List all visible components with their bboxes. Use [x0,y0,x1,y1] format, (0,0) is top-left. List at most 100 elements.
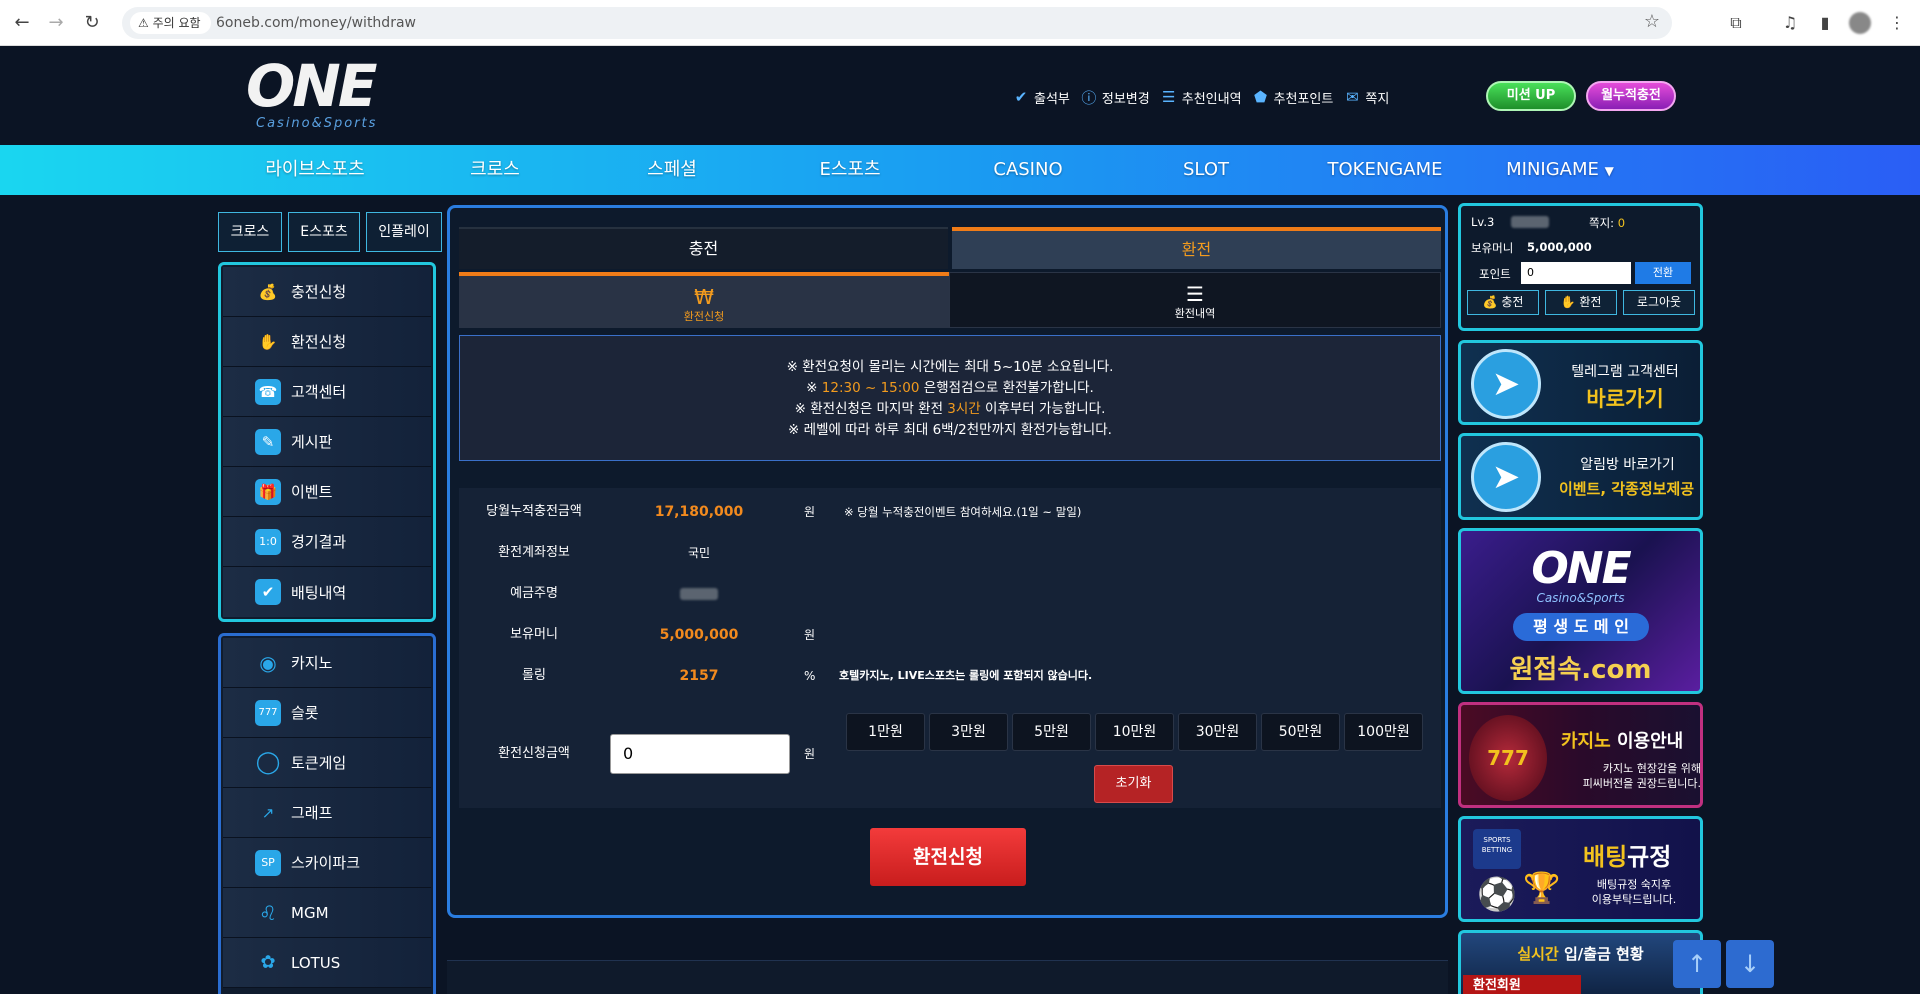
left-menu-games: ◉ 카지노 777 슬롯 ◯ 토큰게임 ↗ 그래프 SP 스카이파크 ♌ MGM ✿ LOTU… [218,633,436,994]
point-input[interactable]: 0 [1521,262,1631,284]
money-bag-icon: 💰 [258,282,278,301]
rolling-value: 2157 [679,668,719,684]
security-warning[interactable]: ⚠ 주의 요함 [130,12,211,34]
menu-deposit[interactable]: 💰 충전신청 [223,267,431,317]
rolling-note: 호텔카지노, LIVE스포츠는 롤링에 포함되지 않습니다. [839,669,1093,682]
left-tab-esports[interactable]: E스포츠 [288,212,360,252]
toplink-attendance[interactable]: ✔ 출석부 [1012,86,1070,108]
toplink-referral-points[interactable]: ⬟ 추천포인트 [1252,86,1333,108]
sidepanel-icon[interactable]: ▮ [1814,12,1836,34]
betting-rules-banner[interactable]: SPORTS BETTING ⚽ 🏆 배팅규정 배팅규정 숙지후 이용부탁드립니다… [1458,816,1703,922]
bank-name: 국민 [687,546,711,560]
menu-support[interactable]: ☎ 고객센터 [223,367,431,417]
left-tab-cross[interactable]: 크로스 [218,212,282,252]
live-tab-withdraw[interactable]: 환전회원 [1463,975,1581,994]
user-messages[interactable]: 쪽지: 0 [1589,215,1625,231]
clipboard-check-icon: ✔ [255,579,281,605]
nav-special[interactable]: 스페셜 [622,145,722,195]
menu-lotus[interactable]: ✿ LOTUS [223,938,431,988]
withdraw-submit-button[interactable]: 환전신청 [870,828,1026,886]
nav-cross[interactable]: 크로스 [445,145,545,195]
media-icon[interactable]: ♫ [1779,12,1801,34]
nav-live-sports[interactable]: 라이브스포츠 [245,145,385,195]
menu-tokengame[interactable]: ◯ 토큰게임 [223,738,431,788]
roulette-777-icon: 777 [1469,715,1547,801]
nav-slot[interactable]: SLOT [1156,145,1256,195]
forward-icon[interactable]: → [44,11,68,35]
monthly-charge-button[interactable]: 월누적충전 [1586,81,1676,111]
nav-minigame[interactable]: MINIGAME ▼ [1500,145,1620,195]
logout-button[interactable]: 로그아웃 [1623,290,1695,315]
site-logo[interactable]: ONE Casino&Sports [246,56,416,136]
toplink-profile[interactable]: ⓘ 정보변경 [1080,86,1149,108]
money-bag-icon: 💰 [1482,295,1498,309]
scroll-bottom-icon[interactable]: ↓ [1726,940,1774,988]
quick-1m-button[interactable]: 100만원 [1344,713,1423,751]
tab-withdraw[interactable]: 환전 [952,227,1441,269]
withdraw-form: 당월누적충전금액 17,180,000 원 ※ 당월 누적충전이벤트 참여하세요… [459,488,1441,808]
menu-bet-history[interactable]: ✔ 배팅내역 [223,567,431,617]
hand-coin-icon: ✋ [258,332,278,351]
nav-casino[interactable]: CASINO [978,145,1078,195]
browser-toolbar: ← → ↻ ⚠ 주의 요함 6oneb.com/money/withdraw ☆… [0,0,1920,46]
menu-board[interactable]: ✎ 게시판 [223,417,431,467]
toplink-referral-history[interactable]: ☰ 추천인내역 [1160,86,1242,108]
reload-icon[interactable]: ↻ [80,11,104,35]
chip-icon: ◉ [259,650,277,675]
mail-icon: ✉ [1346,88,1359,106]
menu-casino[interactable]: ◉ 카지노 [223,638,431,688]
menu-event[interactable]: 🎁 이벤트 [223,467,431,517]
quick-10k-button[interactable]: 1만원 [846,713,925,751]
quick-30k-button[interactable]: 3만원 [929,713,1008,751]
mission-up-button[interactable]: 미션 UP [1486,81,1576,111]
withdraw-amount-input[interactable]: 0 [610,734,790,774]
address-bar[interactable]: ⚠ 주의 요함 6oneb.com/money/withdraw ☆ [122,7,1672,39]
menu-mgm[interactable]: ♌ MGM [223,888,431,938]
menu-slot[interactable]: 777 슬롯 [223,688,431,738]
quick-50k-button[interactable]: 5만원 [1012,713,1091,751]
url-text[interactable]: 6oneb.com/money/withdraw [216,7,416,39]
lotus-icon: ✿ [260,951,276,973]
menu-results[interactable]: 1:0 경기결과 [223,517,431,567]
back-icon[interactable]: ← [10,11,34,35]
menu-icon[interactable]: ⋮ [1886,12,1908,34]
user-withdraw-button[interactable]: ✋ 환전 [1545,290,1617,315]
withdraw-panel: 충전 환전 ₩ 환전신청 ☰ 환전내역 ※ 환전요청이 몰리는 시간에는 최대 … [447,205,1448,918]
telegram-notice-banner[interactable]: ➤ 알림방 바로가기 이벤트, 각종정보제공 [1458,433,1703,520]
casino-guide-banner[interactable]: 777 카지노 이용안내 카지노 현장감을 위해 피씨버전을 권장드립니다. [1458,702,1703,808]
withdraw-subtabs: ₩ 환전신청 ☰ 환전내역 [459,272,1441,328]
scroll-top-icon[interactable]: ↑ [1673,940,1721,988]
tab-charge[interactable]: 충전 [459,227,948,269]
user-info-box: Lv.3 쪽지: 0 보유머니 5,000,000 포인트 0 전환 💰 충전 … [1458,203,1703,331]
hand-coin-icon: ✋ [1560,295,1576,309]
point-convert-button[interactable]: 전환 [1635,262,1691,284]
one-domain-banner[interactable]: ONE Casino&Sports 평 생 도 메 인 원접속.com [1458,528,1703,694]
bookmark-star-icon[interactable]: ☆ [1644,11,1660,32]
quick-300k-button[interactable]: 30만원 [1178,713,1257,751]
extensions-icon[interactable]: ⧉ [1725,12,1747,34]
nav-tokengame[interactable]: TOKENGAME [1320,145,1450,195]
menu-skypark[interactable]: SP 스카이파크 [223,838,431,888]
reset-button[interactable]: 초기화 [1094,765,1173,803]
live-status-box: 실시간 입/출금 현황 환전회원 [1458,930,1703,994]
quick-500k-button[interactable]: 50만원 [1261,713,1340,751]
monthly-charge-value: 17,180,000 [654,504,744,520]
banner-logo-brand: ONE [1531,543,1631,594]
quick-100k-button[interactable]: 10만원 [1095,713,1174,751]
row-account: 환전계좌정보 국민 [459,541,1441,565]
profile-avatar[interactable] [1849,12,1871,34]
subtab-withdraw-request[interactable]: ₩ 환전신청 [459,272,949,328]
left-tab-inplay[interactable]: 인플레이 [366,212,442,252]
soccer-ball-icon: ⚽ [1477,875,1517,913]
telegram-support-banner[interactable]: ➤ 텔레그램 고객센터 바로가기 [1458,340,1703,425]
live-status-title: 실시간 입/출금 현황 [1517,945,1644,963]
menu-graph[interactable]: ↗ 그래프 [223,788,431,838]
scoreboard-icon: 1:0 [255,528,281,555]
menu-withdraw[interactable]: ✋ 환전신청 [223,317,431,367]
nav-esports[interactable]: E스포츠 [800,145,900,195]
balance-value: 5,000,000 [659,627,739,643]
row-monthly-charge: 당월누적충전금액 17,180,000 원 ※ 당월 누적충전이벤트 참여하세요… [459,500,1441,524]
user-charge-button[interactable]: 💰 충전 [1467,290,1539,315]
subtab-withdraw-history[interactable]: ☰ 환전내역 [949,272,1441,328]
toplink-messages[interactable]: ✉ 쪽지 [1343,86,1389,108]
